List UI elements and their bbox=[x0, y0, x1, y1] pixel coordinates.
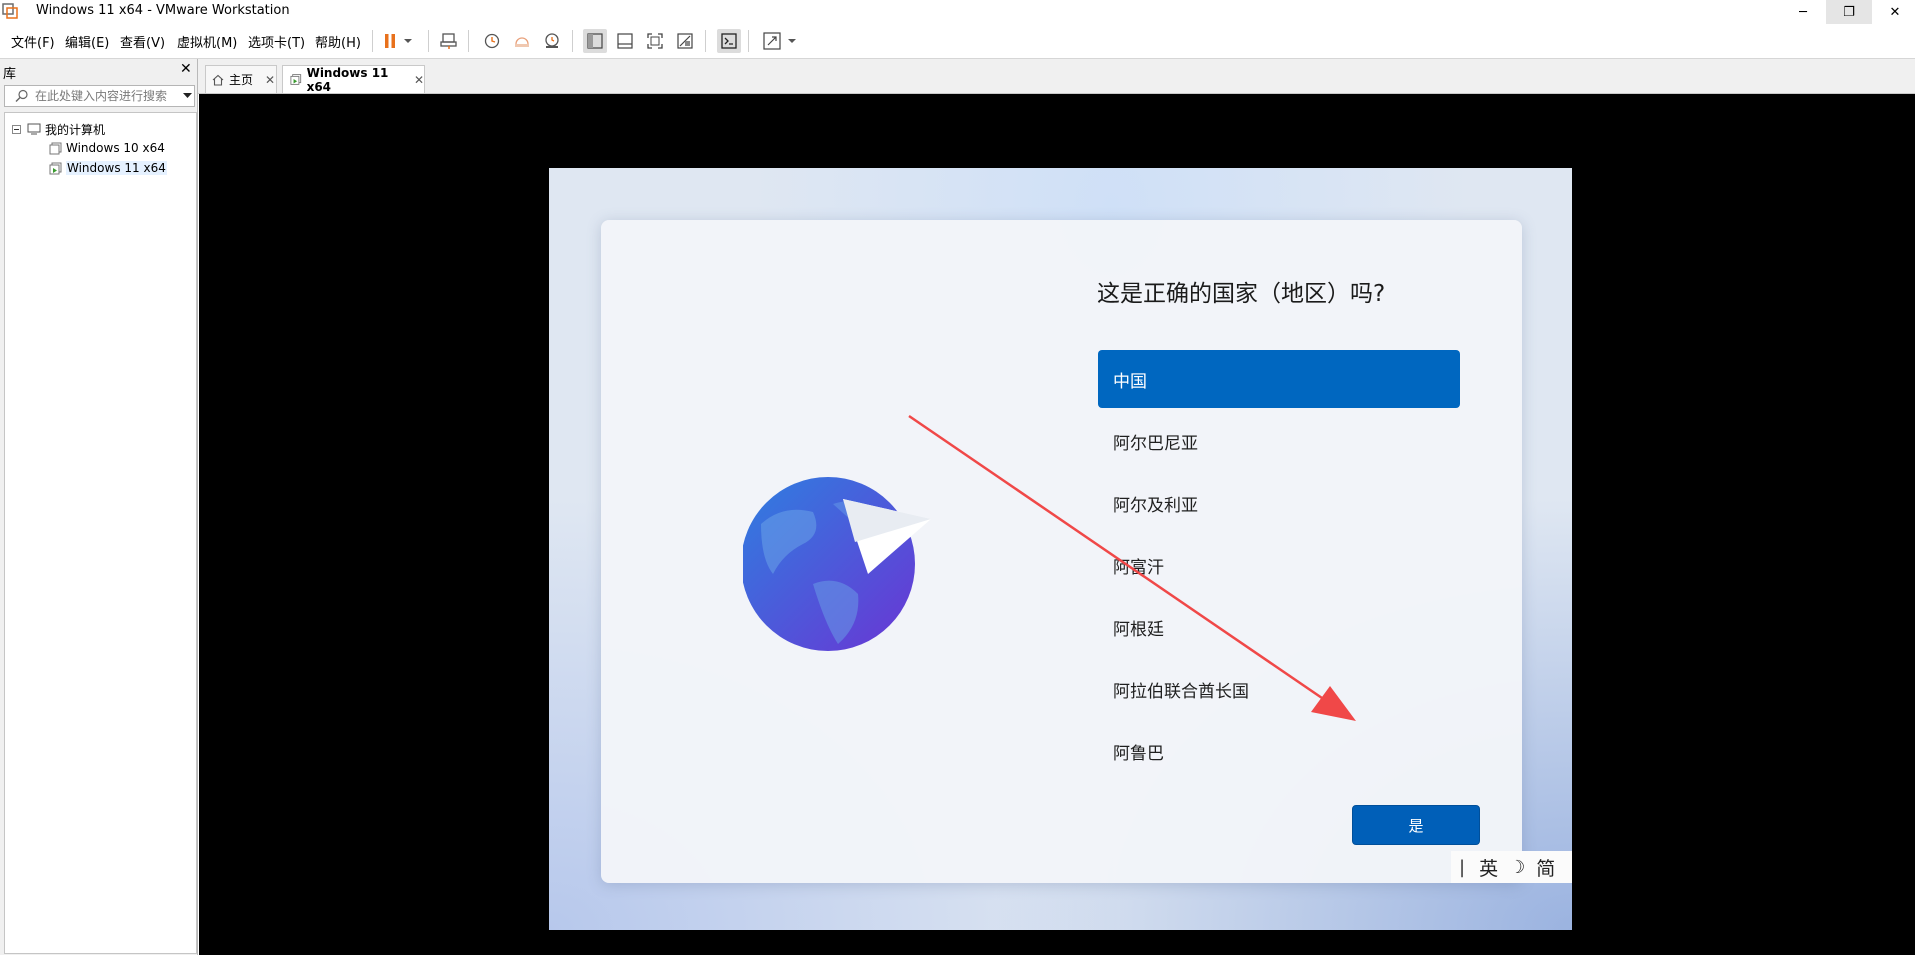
menu-tabs[interactable]: 选项卡(T) bbox=[248, 32, 305, 51]
tree-label-vm: Windows 10 x64 bbox=[66, 141, 165, 155]
vmware-app-icon bbox=[2, 3, 18, 19]
region-option[interactable]: 阿拉伯联合酋长国 bbox=[1098, 660, 1460, 718]
toolbar-separator bbox=[748, 30, 749, 52]
toolbar-separator bbox=[428, 30, 429, 52]
windows-oobe-screen[interactable]: 这是正确的国家（地区）吗? 中国 阿尔巴尼亚 阿尔及利亚 阿富汗 阿根廷 阿拉伯… bbox=[549, 168, 1572, 930]
region-option[interactable]: 阿根廷 bbox=[1098, 598, 1460, 656]
send-ctrl-alt-del-icon[interactable] bbox=[437, 29, 461, 53]
library-search-box[interactable] bbox=[4, 85, 195, 107]
library-close-button[interactable]: ✕ bbox=[180, 61, 192, 77]
menu-file[interactable]: 文件(F) bbox=[11, 32, 55, 51]
console-view-icon[interactable] bbox=[717, 29, 741, 53]
computer-icon bbox=[27, 123, 41, 135]
thumbnail-bar-icon[interactable] bbox=[613, 29, 637, 53]
region-option[interactable]: 阿尔及利亚 bbox=[1098, 474, 1460, 532]
tab-strip: 主页 ✕ Windows 11 x64 ✕ bbox=[198, 59, 1915, 94]
ime-mode-toggle[interactable]: 英 bbox=[1479, 854, 1498, 881]
stretch-icon[interactable] bbox=[760, 29, 784, 53]
library-panel: 库 ✕ 我的计算机 Windows 10 x64 Windows 11 x64 bbox=[0, 59, 198, 955]
title-bar: Windows 11 x64 - VMware Workstation ─ ❐ … bbox=[0, 0, 1915, 24]
library-header: 库 bbox=[3, 67, 17, 82]
home-icon bbox=[212, 74, 224, 86]
tree-label-vm: Windows 11 x64 bbox=[66, 161, 167, 175]
tree-node-vm-running[interactable]: Windows 11 x64 bbox=[49, 159, 167, 177]
tab-close-icon[interactable]: ✕ bbox=[414, 73, 424, 87]
library-view-icon[interactable] bbox=[583, 29, 607, 53]
vm-running-icon bbox=[49, 162, 62, 174]
region-option[interactable]: 阿尔巴尼亚 bbox=[1098, 412, 1460, 470]
menu-view[interactable]: 查看(V) bbox=[120, 32, 165, 51]
toolbar-separator bbox=[372, 30, 373, 52]
library-tree: 我的计算机 Windows 10 x64 Windows 11 x64 bbox=[4, 112, 197, 954]
menu-vm[interactable]: 虚拟机(M) bbox=[177, 32, 237, 51]
yes-button[interactable]: 是 bbox=[1352, 805, 1480, 845]
maximize-button[interactable]: ❐ bbox=[1826, 0, 1872, 24]
pause-icon[interactable] bbox=[378, 29, 402, 53]
region-option[interactable]: 阿富汗 bbox=[1098, 536, 1460, 594]
search-icon bbox=[15, 89, 28, 102]
menu-help[interactable]: 帮助(H) bbox=[315, 32, 361, 51]
window-title: Windows 11 x64 - VMware Workstation bbox=[36, 3, 290, 18]
minimize-button[interactable]: ─ bbox=[1780, 0, 1826, 24]
menu-toolbar-bar: 文件(F) 编辑(E) 查看(V) 虚拟机(M) 选项卡(T) 帮助(H) bbox=[0, 24, 1915, 59]
tree-node-my-computer[interactable]: 我的计算机 bbox=[12, 120, 105, 138]
region-option-china[interactable]: 中国 bbox=[1098, 350, 1460, 408]
globe-paper-plane-icon bbox=[743, 477, 931, 651]
region-option[interactable]: 阿鲁巴 bbox=[1098, 722, 1460, 780]
search-input[interactable] bbox=[33, 87, 177, 105]
snapshot-manager-icon[interactable] bbox=[540, 29, 564, 53]
tab-label: Windows 11 x64 bbox=[306, 65, 389, 94]
revert-snapshot-icon[interactable] bbox=[510, 29, 534, 53]
tab-vm[interactable]: Windows 11 x64 ✕ bbox=[282, 65, 425, 94]
dropdown-arrow-icon[interactable] bbox=[784, 29, 800, 53]
toolbar-separator bbox=[572, 30, 573, 52]
vm-running-icon bbox=[290, 74, 302, 85]
ime-script-toggle[interactable]: 简 bbox=[1536, 854, 1555, 881]
menu-edit[interactable]: 编辑(E) bbox=[65, 32, 109, 51]
full-screen-icon[interactable] bbox=[643, 29, 667, 53]
dropdown-arrow-icon[interactable] bbox=[400, 29, 416, 53]
tree-label-my-computer: 我的计算机 bbox=[45, 122, 106, 137]
tab-home[interactable]: 主页 ✕ bbox=[205, 65, 277, 93]
ime-separator: | bbox=[1459, 856, 1466, 878]
unity-icon[interactable] bbox=[673, 29, 697, 53]
tree-node-vm[interactable]: Windows 10 x64 bbox=[49, 139, 165, 157]
collapse-icon[interactable] bbox=[12, 124, 21, 134]
snapshot-icon[interactable] bbox=[480, 29, 504, 53]
moon-icon[interactable]: ☽ bbox=[1509, 857, 1525, 878]
oobe-title: 这是正确的国家（地区）吗? bbox=[1097, 281, 1386, 307]
search-dropdown-icon[interactable] bbox=[183, 93, 192, 99]
close-button[interactable]: ✕ bbox=[1872, 0, 1915, 24]
tab-close-icon[interactable]: ✕ bbox=[265, 73, 275, 87]
ime-toolbar: | 英 ☽ 简 bbox=[1451, 851, 1572, 883]
vm-icon bbox=[49, 142, 62, 154]
toolbar-separator bbox=[705, 30, 706, 52]
toolbar-separator bbox=[468, 30, 469, 52]
oobe-card: 这是正确的国家（地区）吗? 中国 阿尔巴尼亚 阿尔及利亚 阿富汗 阿根廷 阿拉伯… bbox=[601, 220, 1522, 883]
vm-console[interactable]: 这是正确的国家（地区）吗? 中国 阿尔巴尼亚 阿尔及利亚 阿富汗 阿根廷 阿拉伯… bbox=[199, 94, 1915, 955]
tab-label: 主页 bbox=[229, 73, 254, 87]
